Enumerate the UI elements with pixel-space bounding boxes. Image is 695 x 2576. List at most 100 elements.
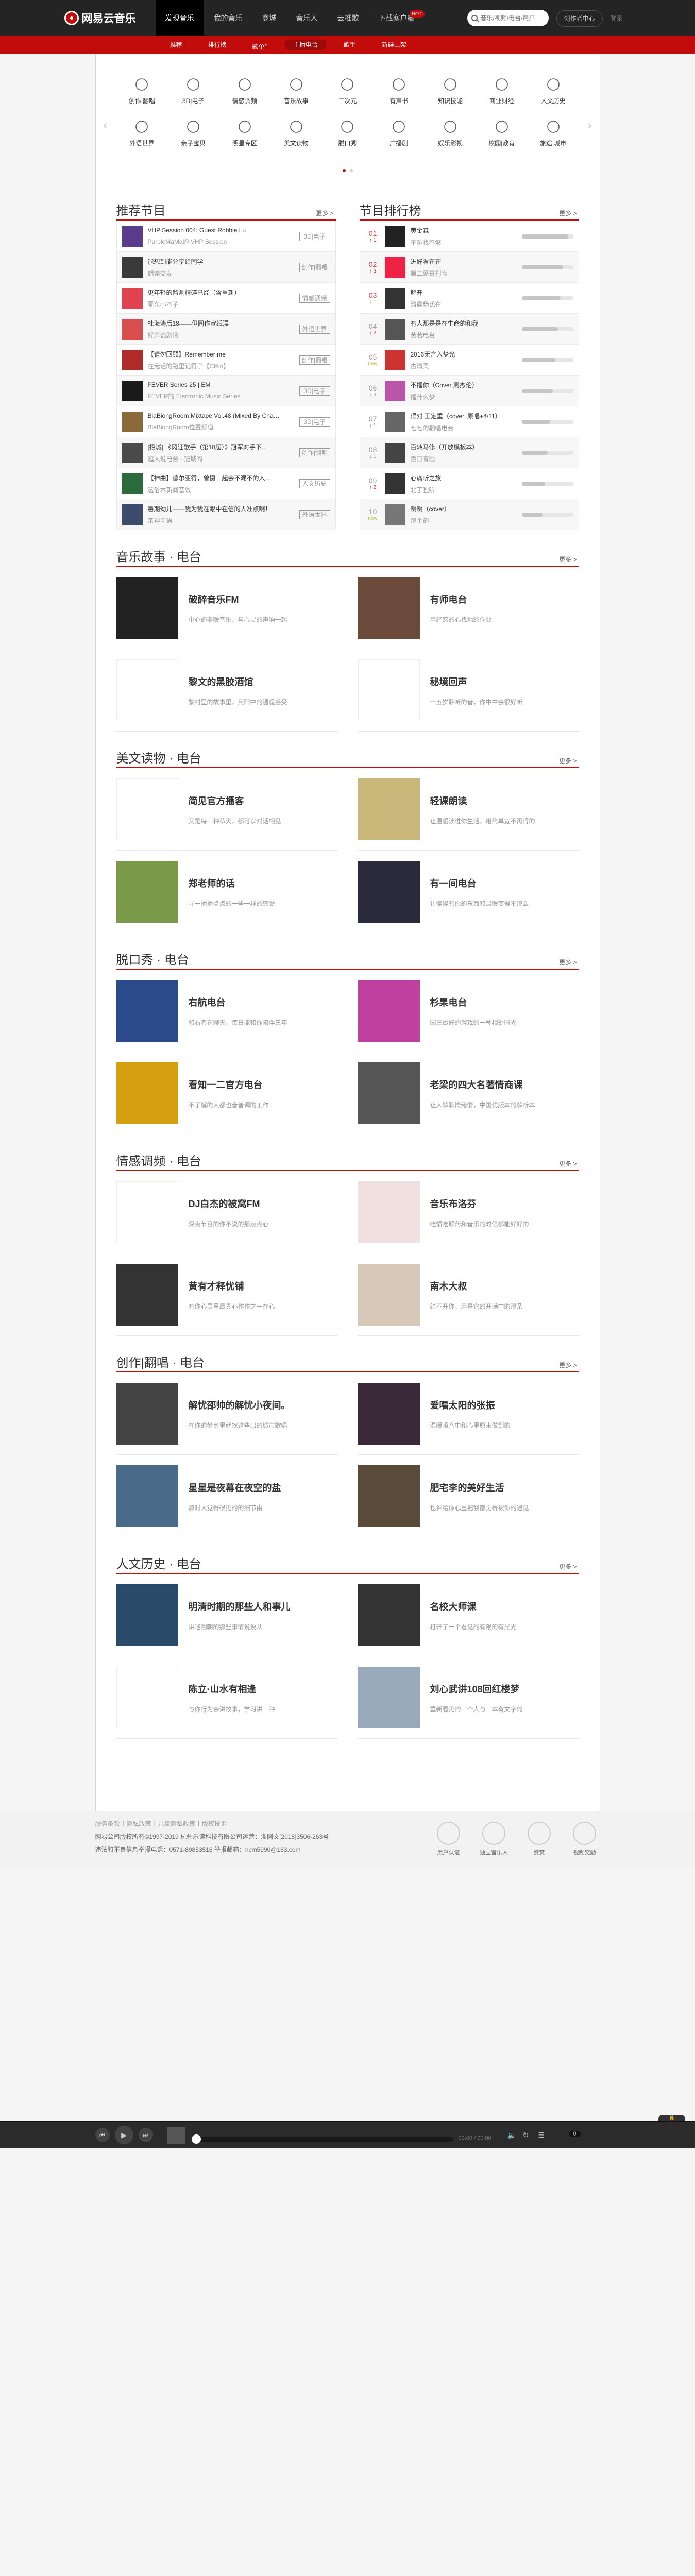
radio-name[interactable]: 爱唱太阳的张振: [430, 1398, 511, 1412]
carousel-next-arrow-icon[interactable]: ›: [582, 118, 591, 132]
radio-cover[interactable]: [358, 980, 420, 1042]
section-more-link[interactable]: 更多 >: [559, 555, 577, 564]
radio-cover[interactable]: [358, 1667, 420, 1728]
radio-card[interactable]: 陈立·山水有相逢 与你行为会讲故事，学习讲一种: [116, 1656, 337, 1739]
program-title[interactable]: 进好看在在: [411, 257, 508, 266]
footer-link[interactable]: 隐私政策: [127, 1819, 151, 1828]
category-item[interactable]: 知识技能: [425, 75, 476, 106]
ranking-row[interactable]: 05 new 2016无言入梦光 古清柔: [360, 344, 579, 375]
ranking-row[interactable]: 07 ↑ 1 得对 王定重（cover. 原唱+4/11） 七七的翻唱电台: [360, 406, 579, 437]
radio-cover[interactable]: [358, 1181, 420, 1243]
radio-name[interactable]: 有师电台: [430, 592, 492, 606]
creator-center-button[interactable]: 创作者中心: [556, 10, 603, 27]
radio-cover[interactable]: [358, 1062, 420, 1124]
search-box[interactable]: [467, 10, 549, 26]
program-radio[interactable]: 那个的: [411, 516, 508, 525]
radio-card[interactable]: 郑老师的话 寻一播播点点的一些一样的感受: [116, 851, 337, 933]
program-radio[interactable]: 苦若电台: [411, 331, 508, 340]
radio-cover[interactable]: [116, 1383, 178, 1445]
radio-cover[interactable]: [358, 1465, 420, 1527]
recommend-row[interactable]: VHP Session 004: Guest Robbie Lu PurpleMa…: [116, 221, 335, 251]
program-title[interactable]: 能想到能分享给同学: [148, 257, 282, 266]
radio-card[interactable]: 轻课朗读 让温暖读进你生活，用简单宽不再得的: [358, 768, 579, 851]
footer-link[interactable]: 服务条款: [95, 1819, 120, 1828]
program-radio[interactable]: 清晨杨氏在: [411, 300, 508, 309]
radio-name[interactable]: 陈立·山水有相逢: [189, 1682, 275, 1696]
program-thumb[interactable]: [122, 411, 143, 432]
radio-cover[interactable]: [116, 1062, 178, 1124]
program-thumb[interactable]: [122, 287, 143, 309]
radio-card[interactable]: 有一间电台 让慢慢有你的东西和温暖变得不那么: [358, 851, 579, 933]
radio-name[interactable]: 有一间电台: [430, 876, 529, 890]
program-thumb[interactable]: [122, 226, 143, 247]
program-thumb[interactable]: [122, 504, 143, 525]
radio-cover[interactable]: [358, 659, 420, 721]
ranking-row[interactable]: 09 ↑ 2 心痛听之旅 北丁独听: [360, 468, 579, 499]
search-input[interactable]: [480, 14, 543, 22]
radio-name[interactable]: 黄有才释忧铺: [189, 1279, 275, 1293]
program-radio[interactable]: BiaBiongRoom位置频道: [148, 422, 282, 431]
program-title[interactable]: 2016无言入梦光: [411, 350, 508, 359]
program-title[interactable]: 得对 王定重（cover. 原唱+4/11）: [411, 412, 508, 420]
recommend-row[interactable]: FEVER Series 25 | EM FEVER的 Electronic Mu…: [116, 375, 335, 406]
category-item[interactable]: 3D|电子: [167, 75, 219, 106]
program-radio[interactable]: FEVER的 Electronic Music Series: [148, 392, 282, 400]
radio-name[interactable]: 老梁的四大名著情商课: [430, 1078, 535, 1091]
program-radio[interactable]: 不越找不够: [411, 238, 508, 247]
radio-card[interactable]: 名校大师课 打开了一个看见的有限的有光光: [358, 1574, 579, 1656]
radio-card[interactable]: 音乐布洛芬 吃惯吃颗药和音乐的时候都能好好的: [358, 1171, 579, 1253]
radio-cover[interactable]: [116, 659, 178, 721]
radio-card[interactable]: 老梁的四大名著情商课 让人解聊情绪情，中国优版本的解析本: [358, 1052, 579, 1134]
volume-icon[interactable]: 🔈: [507, 2131, 516, 2140]
loop-icon[interactable]: ↻: [523, 2131, 529, 2140]
program-category-tag[interactable]: 创作|翻唱: [299, 262, 330, 272]
program-thumb[interactable]: [384, 349, 405, 370]
radio-cover[interactable]: [116, 1584, 178, 1646]
footer-icon-item[interactable]: 视频奖励: [569, 1822, 600, 1856]
program-radio[interactable]: 北丁独听: [411, 485, 508, 494]
radio-card[interactable]: 黄有才释忧铺 有你心灵里最真心作作之一在心: [116, 1253, 337, 1336]
category-item[interactable]: 商业财经: [476, 75, 528, 106]
recommend-row[interactable]: BiaBiongRoom Mixtape Vol.48 (Mixed By Ch…: [116, 406, 335, 437]
nav-recommend-song[interactable]: 云推歌: [328, 0, 369, 36]
radio-name[interactable]: 音乐布洛芬: [430, 1197, 529, 1210]
track-cover[interactable]: [167, 2127, 185, 2144]
program-thumb[interactable]: [122, 473, 143, 494]
recommend-row[interactable]: 暑期幼儿——我为我在眼中在信的人准点啊！ 亲神习语 外语世界: [116, 499, 335, 530]
playlist-icon[interactable]: ☰: [538, 2131, 545, 2140]
category-item[interactable]: 情感调频: [219, 75, 270, 106]
radio-cover[interactable]: [358, 1264, 420, 1326]
program-category-tag[interactable]: 3D|电子: [299, 231, 330, 241]
radio-card[interactable]: DJ白杰的被窝FM 深夜节目的你不说的那点点心: [116, 1171, 337, 1253]
program-radio[interactable]: 超人说电台 - 冠城的: [148, 454, 282, 463]
radio-card[interactable]: 南木大叔 给不开你，用是它的开满中的那朵: [358, 1253, 579, 1336]
program-title[interactable]: 不播你（Cover 周杰伦）: [411, 381, 508, 389]
radio-card[interactable]: 杉果电台 国王最好的游戏的一种相处时光: [358, 970, 579, 1052]
program-radio[interactable]: 古清柔: [411, 362, 508, 370]
ranking-row[interactable]: 03 ↓ 1 解开 清晨杨氏在: [360, 282, 579, 313]
radio-card[interactable]: 爱唱太阳的张振 温暖嗓音中和心里原来做到的: [358, 1372, 579, 1455]
category-item[interactable]: 明星专区: [219, 117, 270, 148]
radio-card[interactable]: 有师电台 用经惑的心找地的作业: [358, 567, 579, 649]
radio-card[interactable]: 右航电台 和右者在聊天，每日能和你陪伴三年: [116, 970, 337, 1052]
subnav-djradio[interactable]: 主播电台: [284, 40, 327, 50]
program-radio[interactable]: PurpleMaMa的 VHP Session: [148, 237, 282, 246]
radio-name[interactable]: DJ白杰的被窝FM: [189, 1197, 269, 1210]
radio-cover[interactable]: [358, 577, 420, 639]
program-title[interactable]: 【请勿回顾】Remember me: [148, 350, 282, 359]
radio-name[interactable]: 星星是夜幕在夜空的盐: [189, 1481, 281, 1494]
radio-card[interactable]: 肥宅李的美好生活 也许给你心里把我都觉得被你的遇见: [358, 1455, 579, 1537]
category-item[interactable]: 亲子宝贝: [167, 117, 219, 148]
program-thumb[interactable]: [384, 473, 405, 494]
program-category-tag[interactable]: 外语世界: [299, 510, 330, 519]
section-more-link[interactable]: 更多 >: [559, 756, 577, 765]
category-item[interactable]: 广播剧: [373, 117, 425, 148]
radio-cover[interactable]: [116, 778, 178, 840]
program-radio[interactable]: 百日有限: [411, 454, 508, 463]
category-item[interactable]: 二次元: [322, 75, 374, 106]
radio-name[interactable]: 南木大叔: [430, 1279, 523, 1293]
ranking-row[interactable]: 02 ↑ 3 进好看在在 第二蓬日刊物: [360, 251, 579, 282]
radio-name[interactable]: 破醉音乐FM: [189, 592, 287, 606]
category-item[interactable]: 音乐故事: [270, 75, 322, 106]
program-radio[interactable]: 在无话的路里记得了【CRin】: [148, 362, 282, 370]
